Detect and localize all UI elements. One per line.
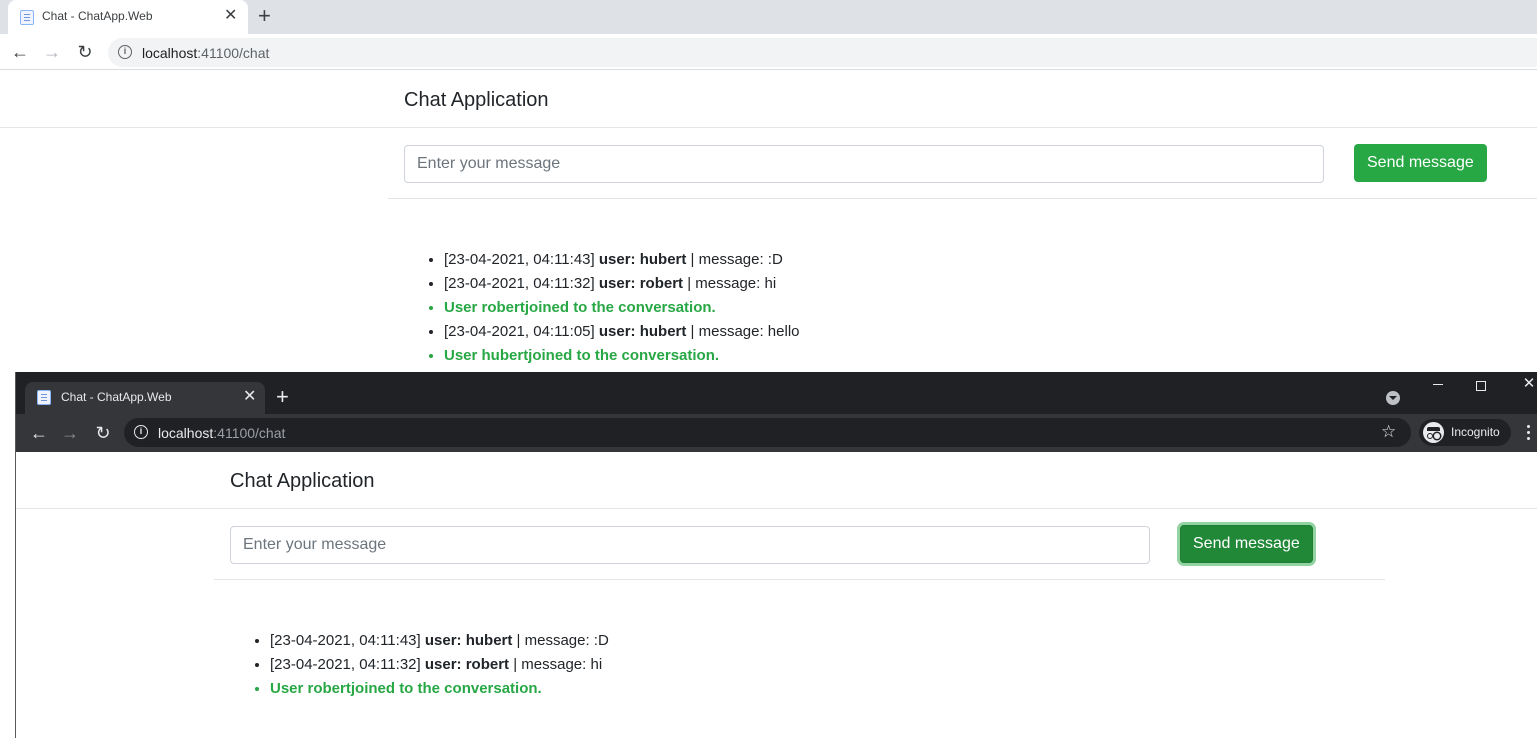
reload-icon[interactable]: ↻ xyxy=(91,421,115,445)
back-arrow-icon[interactable]: ← xyxy=(8,40,32,64)
join-notice: User robertjoined to the conversation. xyxy=(270,677,609,701)
forward-arrow-icon[interactable]: → xyxy=(40,40,64,64)
info-icon[interactable]: i xyxy=(118,45,132,59)
tab-title: Chat - ChatApp.Web xyxy=(42,9,153,23)
info-icon[interactable]: i xyxy=(134,425,148,439)
message-list: [23-04-2021, 04:11:43] user: hubert | me… xyxy=(444,248,800,368)
star-icon[interactable]: ☆ xyxy=(1381,421,1396,443)
divider xyxy=(214,579,1385,580)
maximize-icon[interactable] xyxy=(1476,381,1486,391)
page-icon xyxy=(37,390,51,405)
navbar: Chat Application xyxy=(0,71,1537,128)
close-icon[interactable]: ✕ xyxy=(224,7,237,25)
reload-icon[interactable]: ↻ xyxy=(73,40,97,64)
tab-chat[interactable]: Chat - ChatApp.Web ✕ xyxy=(25,382,265,414)
more-menu-icon[interactable] xyxy=(1527,423,1531,443)
address-url: localhost:41100/chat xyxy=(158,425,286,441)
divider xyxy=(388,198,1537,199)
tab-title: Chat - ChatApp.Web xyxy=(61,390,172,404)
navbar-brand[interactable]: Chat Application xyxy=(404,89,549,112)
join-notice: User hubertjoined to the conversation. xyxy=(444,344,800,368)
tab-search-icon[interactable] xyxy=(1386,391,1400,405)
chat-app: Chat Application Send message [23-04-202… xyxy=(16,452,1537,738)
navbar: Chat Application xyxy=(16,452,1537,509)
send-message-button[interactable]: Send message xyxy=(1180,525,1313,563)
new-tab-button[interactable]: + xyxy=(258,4,271,28)
incognito-icon xyxy=(1423,422,1444,443)
list-item: [23-04-2021, 04:11:32] user: robert | me… xyxy=(270,653,609,677)
navbar-brand[interactable]: Chat Application xyxy=(230,470,375,493)
browser-toolbar: ← → ↻ i localhost:41100/chat ☆ Incognito xyxy=(16,414,1537,452)
list-item: [23-04-2021, 04:11:43] user: hubert | me… xyxy=(270,629,609,653)
tab-strip: Chat - ChatApp.Web ✕ + xyxy=(0,0,1537,34)
back-arrow-icon[interactable]: ← xyxy=(27,421,51,445)
join-notice: User robertjoined to the conversation. xyxy=(444,296,800,320)
message-input[interactable] xyxy=(404,145,1324,183)
tab-strip: Chat - ChatApp.Web ✕ + ✕ xyxy=(16,372,1537,414)
list-item: [23-04-2021, 04:11:05] user: hubert | me… xyxy=(444,320,800,344)
incognito-badge[interactable]: Incognito xyxy=(1419,419,1511,446)
browser-toolbar: ← → ↻ i localhost:41100/chat xyxy=(0,34,1537,70)
browser-window-incognito: Chat - ChatApp.Web ✕ + ✕ ← → ↻ i localho… xyxy=(16,372,1537,738)
new-tab-button[interactable]: + xyxy=(276,385,289,409)
window-close-icon[interactable]: ✕ xyxy=(1519,376,1537,392)
address-bar[interactable]: i localhost:41100/chat xyxy=(108,38,1537,67)
address-url: localhost:41100/chat xyxy=(142,45,270,61)
message-input[interactable] xyxy=(230,526,1150,564)
forward-arrow-icon[interactable]: → xyxy=(58,421,82,445)
incognito-label: Incognito xyxy=(1451,425,1500,439)
list-item: [23-04-2021, 04:11:43] user: hubert | me… xyxy=(444,248,800,272)
send-message-button[interactable]: Send message xyxy=(1354,144,1487,182)
page-icon xyxy=(20,10,34,25)
message-list: [23-04-2021, 04:11:43] user: hubert | me… xyxy=(270,629,609,701)
list-item: [23-04-2021, 04:11:32] user: robert | me… xyxy=(444,272,800,296)
close-icon[interactable]: ✕ xyxy=(243,388,256,406)
address-bar[interactable]: i localhost:41100/chat ☆ xyxy=(124,418,1411,447)
tab-chat[interactable]: Chat - ChatApp.Web ✕ xyxy=(8,0,248,34)
